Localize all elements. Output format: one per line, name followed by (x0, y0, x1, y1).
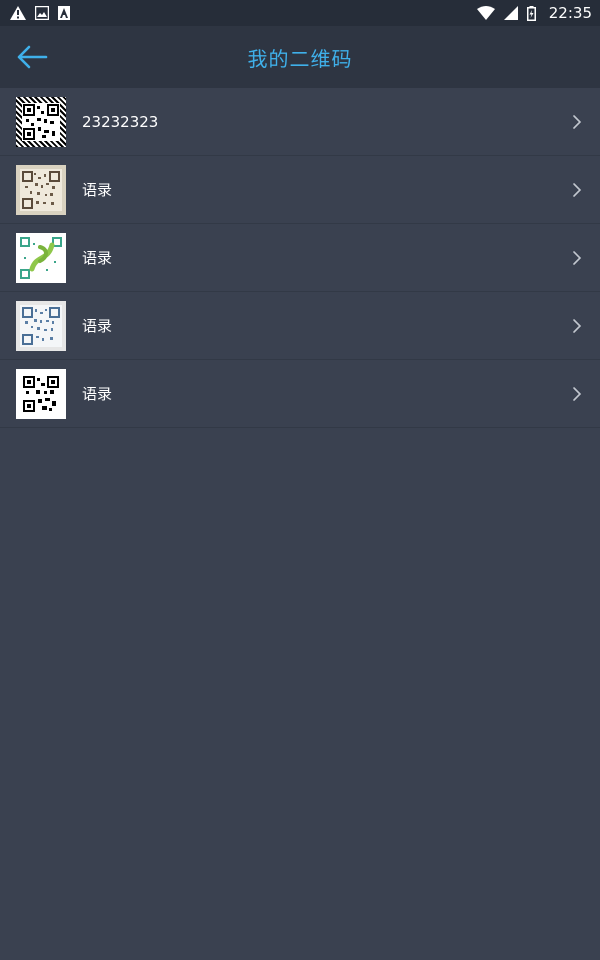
arrow-left-icon (17, 45, 48, 69)
qr-thumbnail (16, 164, 66, 215)
chevron-right-icon (573, 387, 582, 401)
list-item[interactable]: 语录 (0, 156, 600, 224)
qr-code-list: 23232323 语录 语录 语录 语录 (0, 88, 600, 428)
qr-thumbnail (16, 96, 66, 147)
status-left-icons (10, 6, 70, 20)
chevron-right-icon (573, 319, 582, 333)
list-item[interactable]: 语录 (0, 292, 600, 360)
battery-icon (526, 5, 536, 21)
page-title: 我的二维码 (247, 46, 353, 71)
qr-code-icon (20, 168, 62, 211)
status-right-icons: 22:35 (476, 4, 592, 22)
list-item-label: 语录 (82, 317, 113, 335)
list-item-label: 语录 (82, 385, 113, 403)
list-item[interactable]: 语录 (0, 224, 600, 292)
warning-icon (10, 6, 26, 20)
list-item[interactable]: 语录 (0, 360, 600, 428)
chevron-right-icon (573, 115, 582, 129)
signal-icon (503, 6, 518, 20)
qr-code-icon (20, 236, 62, 279)
qr-code-icon (22, 102, 60, 141)
qr-code-icon (20, 304, 62, 347)
chevron-right-icon (573, 183, 582, 197)
chevron-right-icon (573, 251, 582, 265)
status-bar: 22:35 (0, 0, 600, 26)
status-time: 22:35 (548, 4, 592, 22)
text-icon (58, 6, 70, 20)
image-icon (35, 6, 49, 20)
qr-thumbnail (16, 300, 66, 351)
list-item-label: 23232323 (82, 112, 159, 131)
wifi-icon (476, 6, 495, 20)
back-button[interactable] (12, 38, 52, 76)
list-item-label: 语录 (82, 181, 113, 199)
qr-thumbnail (16, 232, 66, 283)
app-bar: 我的二维码 (0, 26, 600, 88)
qr-thumbnail (16, 368, 66, 419)
list-item[interactable]: 23232323 (0, 88, 600, 156)
list-item-label: 语录 (82, 249, 113, 267)
qr-code-icon (23, 375, 59, 412)
